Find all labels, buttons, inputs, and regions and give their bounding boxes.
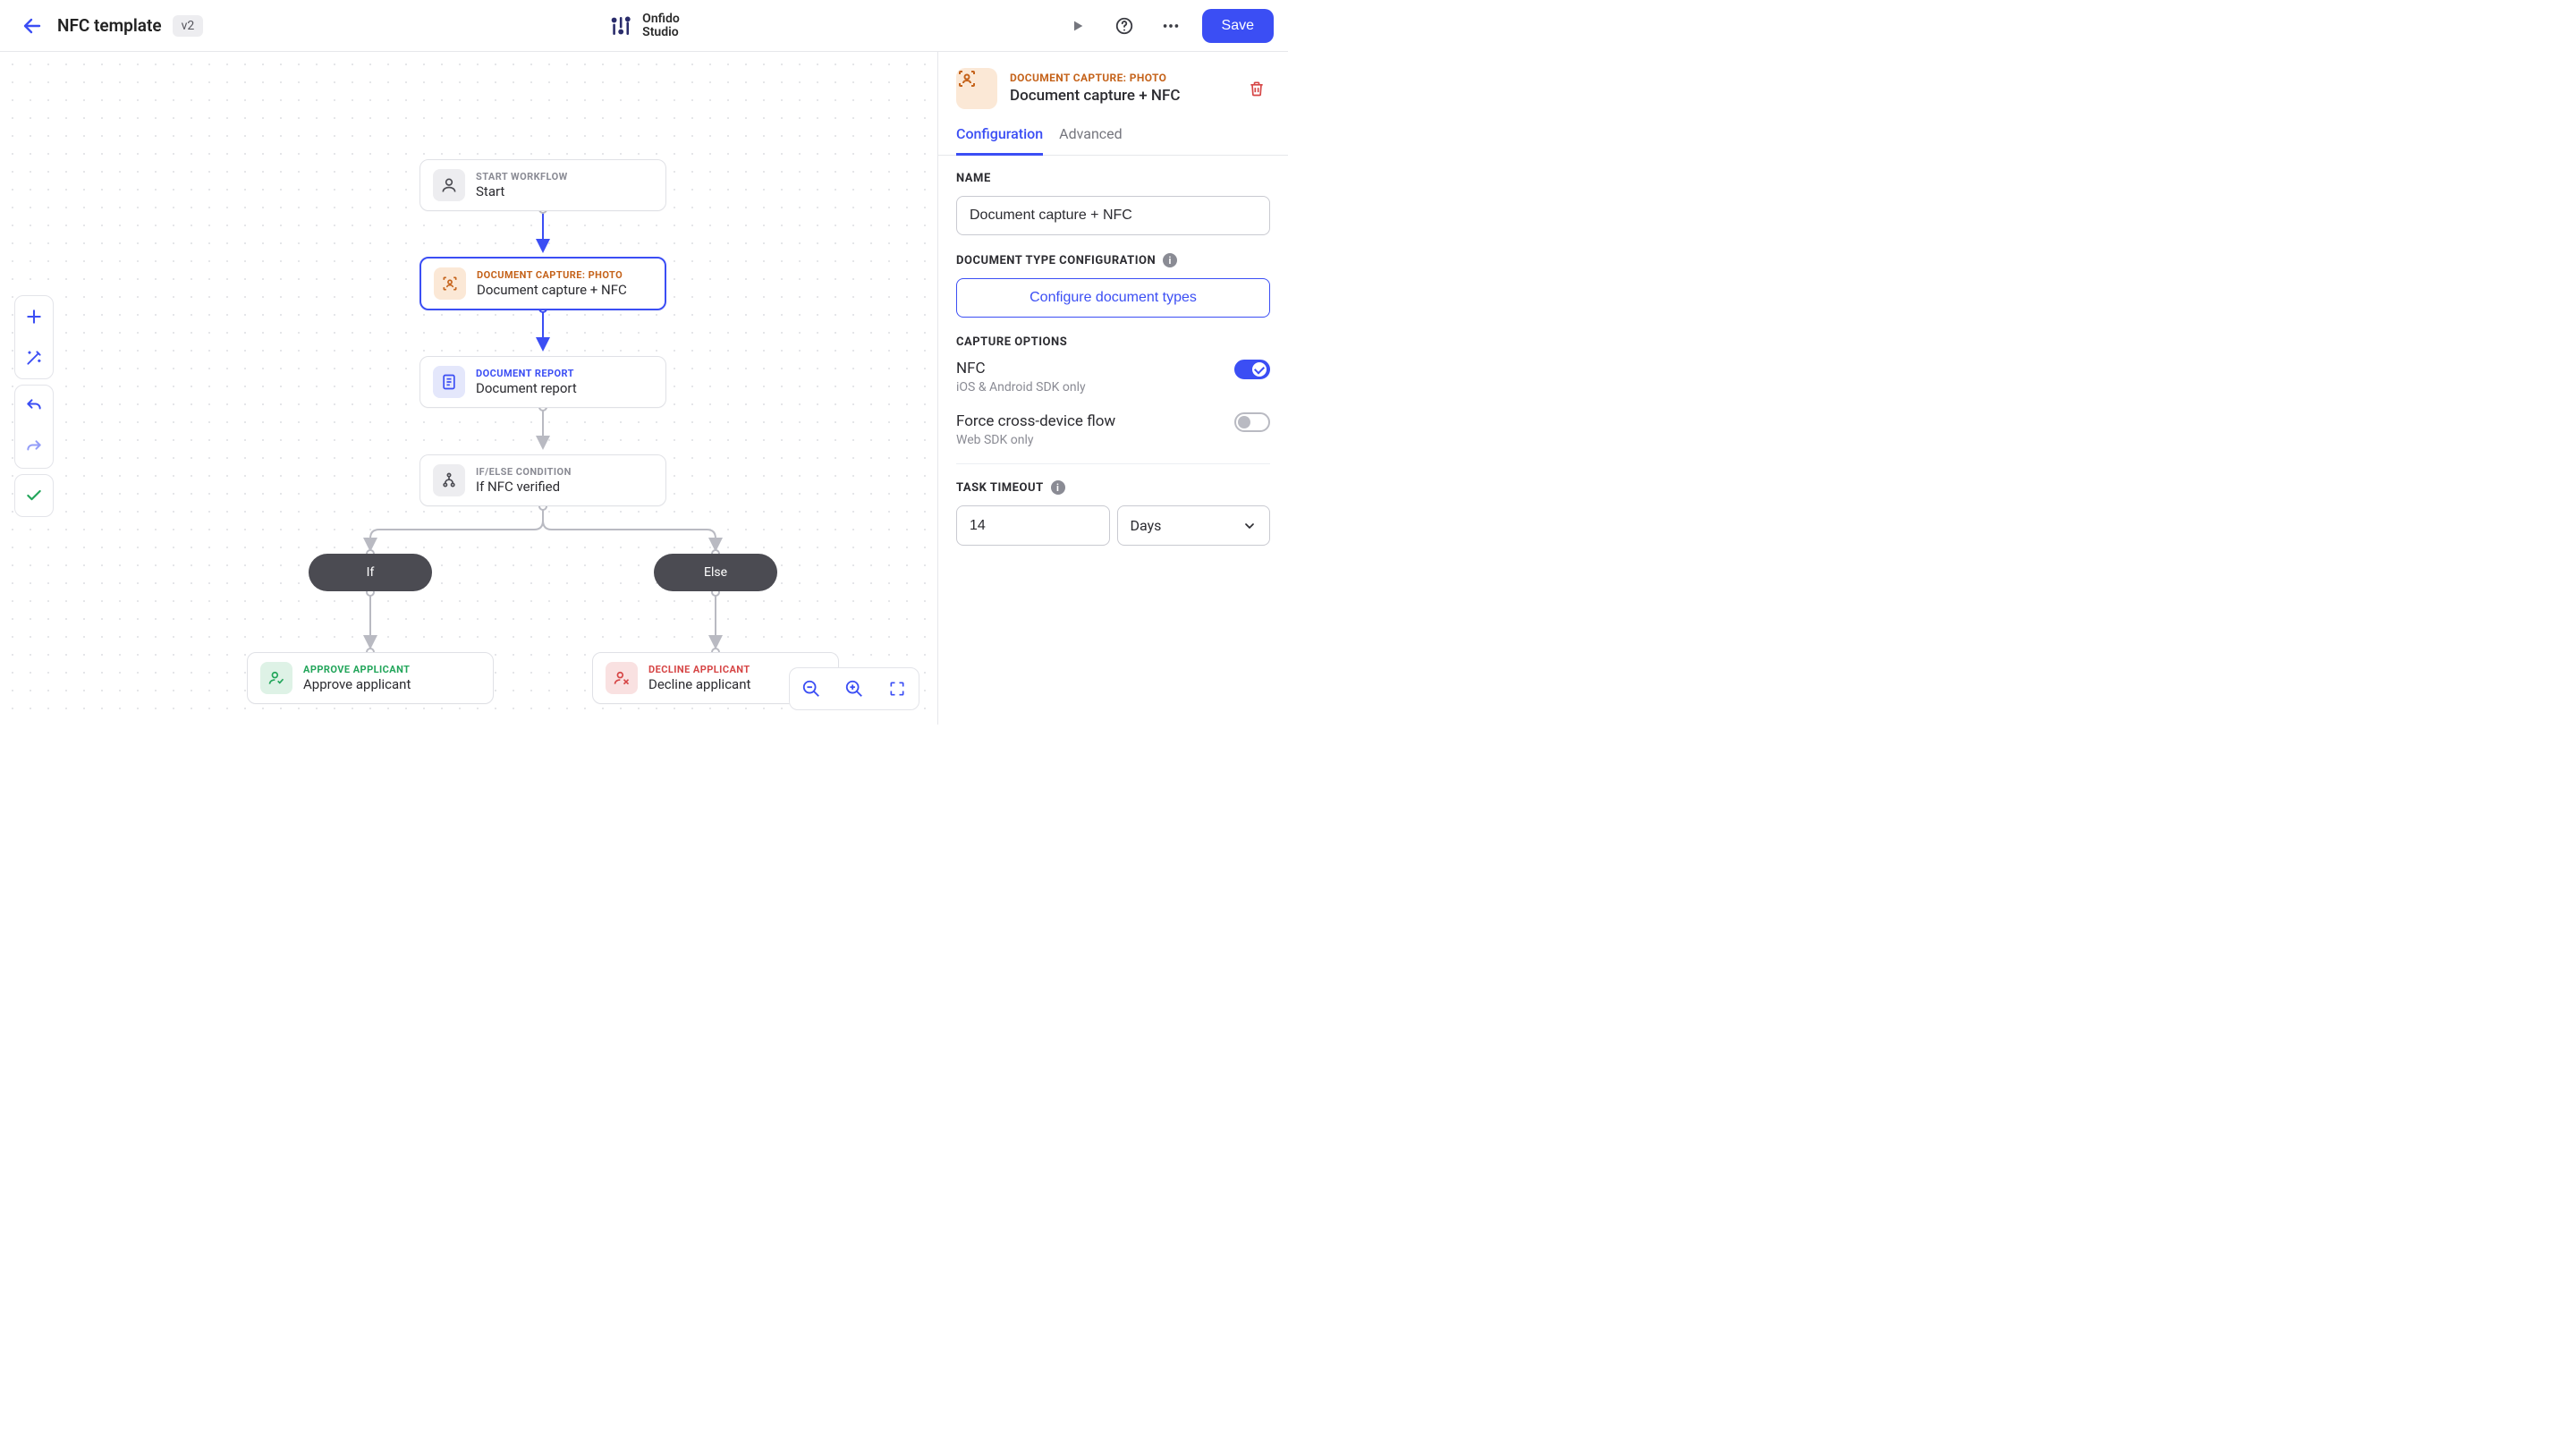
node-type: DOCUMENT CAPTURE: PHOTO [477, 269, 627, 282]
side-type: DOCUMENT CAPTURE: PHOTO [1010, 72, 1180, 86]
check-icon [25, 487, 43, 505]
topbar: NFC template v2 Onfido Studio Save [0, 0, 1288, 52]
label-doc-type: DOCUMENT TYPE CONFIGURATION i [956, 253, 1270, 267]
cross-device-toggle[interactable] [1234, 412, 1270, 432]
pill-else[interactable]: Else [654, 554, 777, 591]
node-type: DECLINE APPLICANT [648, 664, 750, 676]
timeout-value-input[interactable] [956, 505, 1110, 546]
delete-button[interactable] [1243, 75, 1270, 102]
canvas[interactable]: START WORKFLOW Start DOCUMENT CAPTURE: P… [0, 52, 937, 725]
side-panel: DOCUMENT CAPTURE: PHOTO Document capture… [937, 52, 1288, 725]
user-x-icon [606, 662, 638, 694]
node-condition[interactable]: IF/ELSE CONDITION If NFC verified [419, 454, 666, 506]
cross-device-sub: Web SDK only [956, 433, 1115, 447]
label-task-timeout: TASK TIMEOUT i [956, 480, 1270, 495]
chevron-down-icon [1242, 519, 1257, 533]
info-icon[interactable]: i [1163, 253, 1177, 267]
node-title: Approve applicant [303, 676, 411, 693]
user-icon [433, 169, 465, 201]
pill-if[interactable]: If [309, 554, 432, 591]
node-title: Document report [476, 380, 577, 397]
nfc-option-sub: iOS & Android SDK only [956, 380, 1086, 394]
redo-button[interactable] [15, 427, 53, 468]
plus-icon [25, 308, 43, 326]
wand-icon [25, 349, 43, 367]
node-approve[interactable]: APPROVE APPLICANT Approve applicant [247, 652, 494, 704]
timeout-unit-value: Days [1131, 517, 1162, 534]
label-name: NAME [956, 172, 1270, 185]
document-icon [433, 366, 465, 398]
user-check-icon [260, 662, 292, 694]
node-type: DOCUMENT REPORT [476, 368, 577, 380]
cross-device-title: Force cross-device flow [956, 412, 1115, 430]
node-title: Document capture + NFC [477, 282, 627, 299]
dots-icon [1161, 16, 1181, 36]
info-icon[interactable]: i [1051, 480, 1065, 495]
magic-button[interactable] [15, 337, 53, 378]
node-report[interactable]: DOCUMENT REPORT Document report [419, 356, 666, 408]
arrow-left-icon [21, 15, 43, 37]
trash-icon [1248, 80, 1266, 98]
node-capture[interactable]: DOCUMENT CAPTURE: PHOTO Document capture… [419, 257, 666, 310]
back-button[interactable] [18, 12, 47, 40]
brand-name-bottom: Studio [642, 26, 680, 39]
node-type: START WORKFLOW [476, 171, 568, 183]
play-icon [1071, 19, 1085, 33]
timeout-unit-select[interactable]: Days [1117, 505, 1271, 546]
side-title: Document capture + NFC [1010, 86, 1180, 106]
nfc-option-title: NFC [956, 360, 1086, 377]
brand-logo-icon [608, 13, 633, 38]
add-node-button[interactable] [15, 296, 53, 337]
more-button[interactable] [1156, 11, 1186, 41]
node-title: Decline applicant [648, 676, 750, 693]
node-start[interactable]: START WORKFLOW Start [419, 159, 666, 211]
zoom-controls [789, 667, 919, 710]
label-capture-options: CAPTURE OPTIONS [956, 335, 1270, 349]
brand-name-top: Onfido [642, 13, 680, 26]
play-button[interactable] [1063, 11, 1093, 41]
scan-icon [434, 267, 466, 300]
label-doc-type-text: DOCUMENT TYPE CONFIGURATION [956, 254, 1156, 267]
page-title: NFC template [57, 15, 162, 36]
zoom-out-icon [801, 679, 821, 699]
undo-icon [25, 397, 43, 415]
zoom-in-button[interactable] [833, 668, 876, 709]
node-type: IF/ELSE CONDITION [476, 466, 572, 479]
node-type: APPROVE APPLICANT [303, 664, 411, 676]
divider [956, 463, 1270, 464]
name-input[interactable] [956, 196, 1270, 235]
validate-button[interactable] [15, 475, 53, 516]
brand: Onfido Studio [608, 13, 680, 38]
node-title: Start [476, 183, 568, 200]
fullscreen-icon [888, 680, 906, 698]
help-button[interactable] [1109, 11, 1140, 41]
left-toolbar [14, 295, 54, 517]
branch-icon [433, 464, 465, 496]
node-title: If NFC verified [476, 479, 572, 496]
scan-icon [956, 68, 997, 109]
tab-configuration[interactable]: Configuration [956, 125, 1043, 156]
tab-advanced[interactable]: Advanced [1059, 125, 1123, 155]
configure-doc-types-button[interactable]: Configure document types [956, 278, 1270, 318]
label-task-timeout-text: TASK TIMEOUT [956, 481, 1044, 495]
fit-button[interactable] [876, 668, 919, 709]
zoom-in-icon [844, 679, 864, 699]
nfc-toggle[interactable] [1234, 360, 1270, 379]
help-icon [1114, 16, 1134, 36]
undo-button[interactable] [15, 386, 53, 427]
zoom-out-button[interactable] [790, 668, 833, 709]
version-badge: v2 [173, 15, 204, 37]
redo-icon [25, 438, 43, 456]
save-button[interactable]: Save [1202, 9, 1274, 43]
